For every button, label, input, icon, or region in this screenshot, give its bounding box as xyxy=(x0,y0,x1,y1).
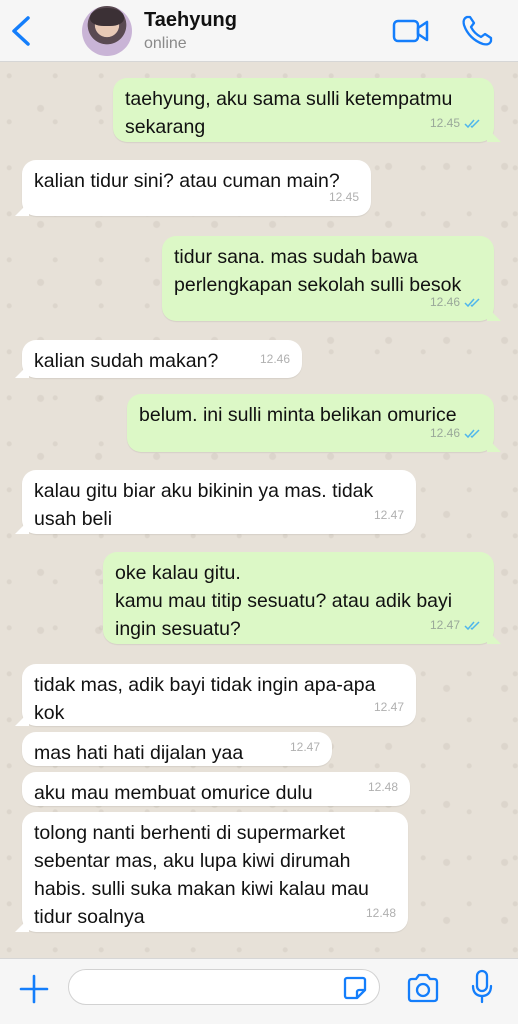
message-bubble-incoming[interactable]: kalian tidur sini? atau cuman main? 12.4… xyxy=(22,160,371,216)
read-receipt-icon xyxy=(464,297,480,307)
microphone-icon[interactable] xyxy=(470,969,494,1005)
message-text: kalian tidur sini? atau cuman main? xyxy=(34,170,340,192)
plus-icon[interactable] xyxy=(18,973,50,1005)
chat-header: Taehyung online xyxy=(0,0,518,62)
chat-area[interactable]: taehyung, aku sama sulli ketempatmu seka… xyxy=(0,62,518,958)
message-bubble-incoming[interactable]: aku mau membuat omurice dulu 12.48 xyxy=(22,772,410,806)
video-call-icon[interactable] xyxy=(392,14,430,48)
message-bubble-outgoing[interactable]: tidur sana. mas sudah bawa perlengkapan … xyxy=(162,236,494,321)
message-bubble-incoming[interactable]: kalian sudah makan? 12.46 xyxy=(22,340,302,378)
message-text: kalau gitu biar aku bikinin ya mas. tida… xyxy=(34,480,374,530)
message-text: kalian sudah makan? xyxy=(34,350,219,372)
message-bubble-incoming[interactable]: mas hati hati dijalan yaa 12.47 xyxy=(22,732,332,766)
read-receipt-icon xyxy=(464,620,480,630)
message-text: tidak mas, adik bayi tidak ingin apa-apa… xyxy=(34,674,376,724)
message-bubble-outgoing[interactable]: belum. ini sulli minta belikan omurice 1… xyxy=(127,394,494,452)
message-bubble-incoming[interactable]: tidak mas, adik bayi tidak ingin apa-apa… xyxy=(22,664,416,726)
message-time: 12.48 xyxy=(367,780,398,794)
message-time: 12.46 xyxy=(259,352,290,366)
message-bubble-outgoing[interactable]: taehyung, aku sama sulli ketempatmu seka… xyxy=(113,78,494,142)
contact-name[interactable]: Taehyung xyxy=(144,9,237,32)
message-text: taehyung, aku sama sulli ketempatmu seka… xyxy=(125,88,453,138)
phone-call-icon[interactable] xyxy=(460,14,494,48)
message-time: 12.47 xyxy=(373,508,404,522)
message-time: 12.48 xyxy=(365,906,396,920)
message-composer xyxy=(0,958,518,1024)
read-receipt-icon xyxy=(464,118,480,128)
read-receipt-icon xyxy=(464,428,480,438)
message-time: 12.47 xyxy=(429,618,460,632)
message-text: oke kalau gitu. kamu mau titip sesuatu? … xyxy=(115,562,453,640)
message-time: 12.45 xyxy=(429,116,460,130)
message-time: 12.47 xyxy=(289,740,320,754)
message-bubble-incoming[interactable]: kalau gitu biar aku bikinin ya mas. tida… xyxy=(22,470,416,534)
contact-status: online xyxy=(144,35,187,52)
message-time: 12.45 xyxy=(328,190,359,204)
avatar[interactable] xyxy=(82,6,132,56)
message-text: tolong nanti berhenti di supermarket seb… xyxy=(34,822,369,928)
message-time: 12.46 xyxy=(429,295,460,309)
camera-icon[interactable] xyxy=(406,973,440,1003)
message-input[interactable] xyxy=(68,969,380,1005)
message-time: 12.46 xyxy=(429,426,460,440)
message-bubble-incoming[interactable]: tolong nanti berhenti di supermarket seb… xyxy=(22,812,408,932)
message-time: 12.47 xyxy=(373,700,404,714)
message-bubble-outgoing[interactable]: oke kalau gitu. kamu mau titip sesuatu? … xyxy=(103,552,494,644)
message-text: mas hati hati dijalan yaa xyxy=(34,742,244,764)
message-text: aku mau membuat omurice dulu xyxy=(34,782,313,804)
back-arrow-icon[interactable] xyxy=(8,14,34,48)
sticker-icon[interactable] xyxy=(342,975,368,1001)
